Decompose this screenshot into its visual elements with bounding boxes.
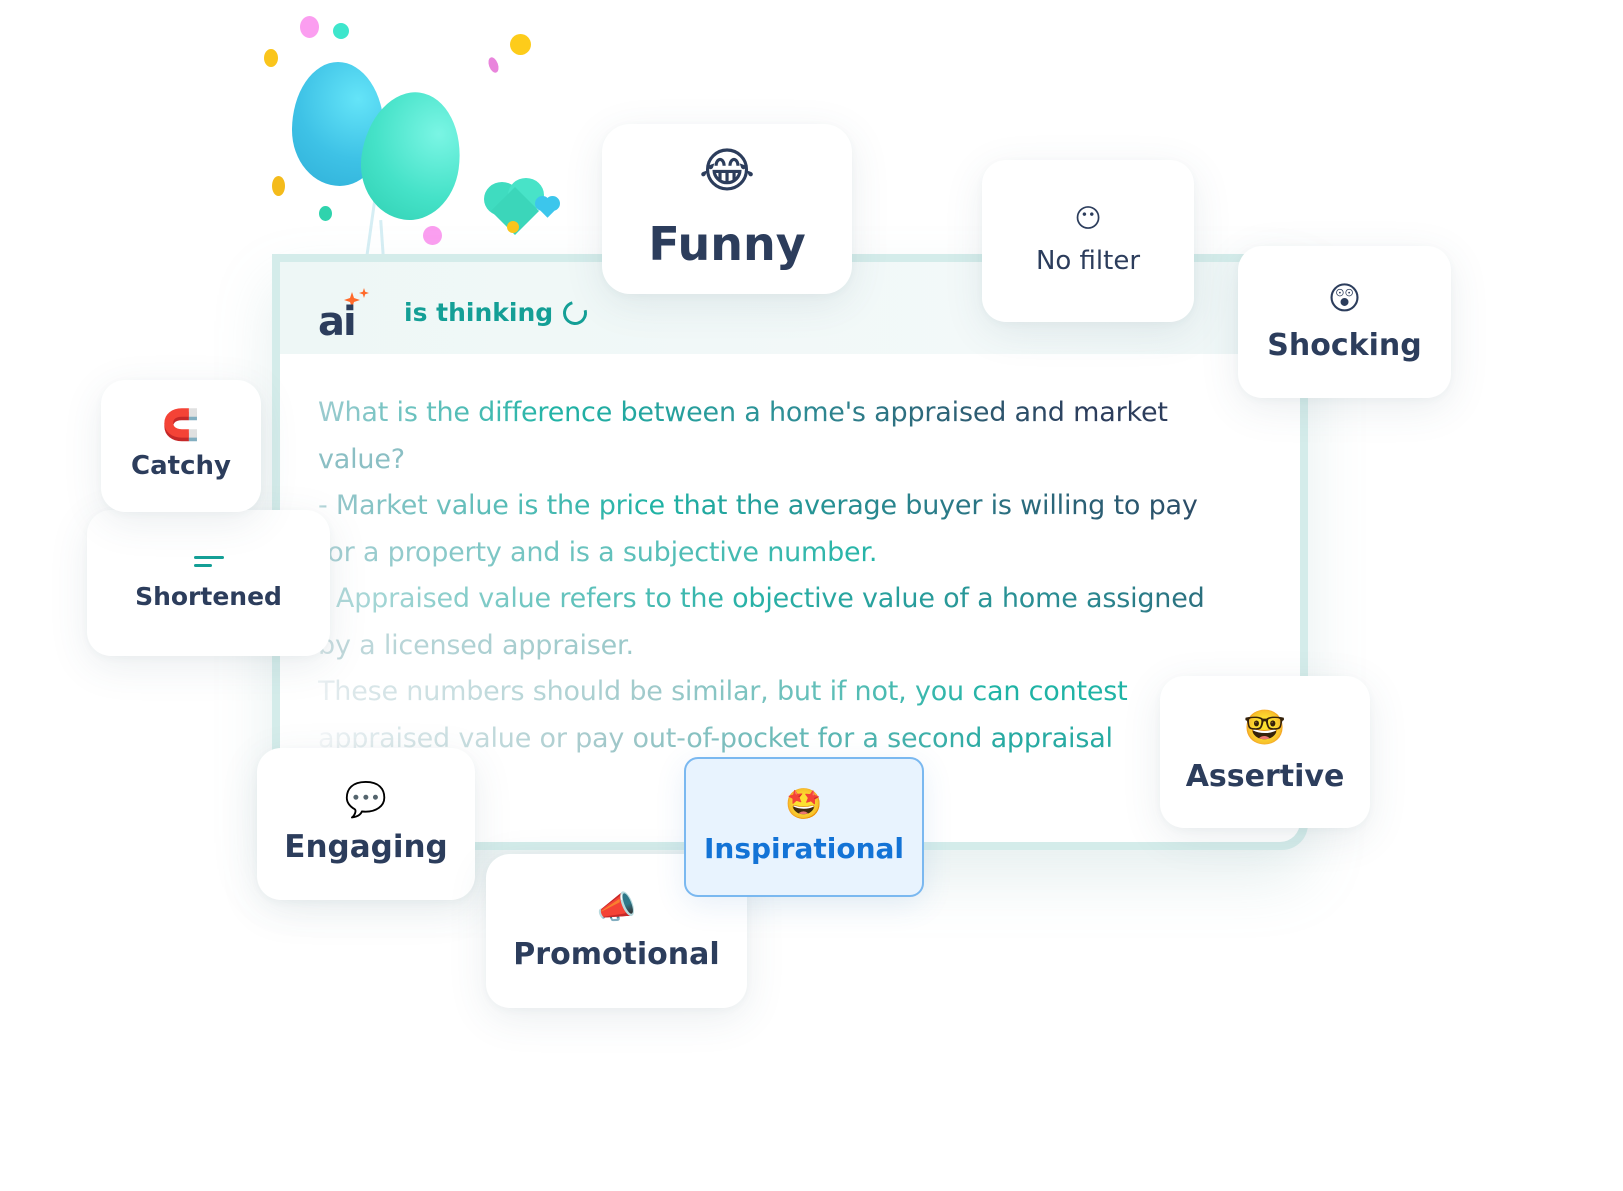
- response-line: for a property and is a subjective numbe…: [318, 530, 1278, 577]
- tone-label: Promotional: [513, 936, 720, 972]
- tone-card-shocking[interactable]: 😲 Shocking: [1238, 246, 1451, 398]
- response-line: value?: [318, 443, 405, 475]
- tone-label: Shortened: [135, 581, 282, 611]
- speech-bubble-icon: 💬: [344, 780, 388, 820]
- star-struck-icon: 🤩: [785, 786, 823, 822]
- tone-label: Inspirational: [703, 831, 904, 865]
- response-line: by a licensed appraiser.: [318, 623, 1278, 670]
- tone-label: Engaging: [284, 829, 448, 865]
- thinking-label: is thinking: [404, 298, 554, 327]
- face-without-mouth-icon: 😶: [1074, 204, 1102, 234]
- small-heart-icon: [535, 196, 561, 220]
- tone-label: Shocking: [1267, 327, 1422, 363]
- confetti-dot: [264, 49, 278, 67]
- response-line: - Appraised value refers to the objectiv…: [318, 576, 1278, 623]
- nerd-face-icon: 🤓: [1243, 707, 1287, 748]
- tone-card-shortened[interactable]: Shortened: [87, 510, 330, 656]
- face-with-tears-of-joy-icon: 😂: [698, 143, 756, 199]
- confetti-dot: [300, 16, 319, 38]
- tone-card-assertive[interactable]: 🤓 Assertive: [1160, 676, 1370, 828]
- confetti-dot: [423, 226, 442, 245]
- confetti-dot: [272, 176, 285, 196]
- tone-label: Assertive: [1185, 758, 1345, 794]
- confetti-dot: [510, 34, 531, 55]
- ai-logo-text: ai: [318, 299, 357, 345]
- tone-card-catchy[interactable]: 🧲 Catchy: [101, 380, 261, 512]
- confetti-dot: [486, 55, 501, 75]
- response-line: What is the difference between a home's …: [318, 390, 1278, 437]
- confetti-dot: [507, 221, 519, 233]
- tone-label: Funny: [648, 217, 806, 271]
- magnet-icon: 🧲: [162, 408, 200, 443]
- response-line: - Market value is the price that the ave…: [318, 483, 1278, 530]
- tone-label: No filter: [1035, 246, 1141, 276]
- response-line: These numbers should be similar, but if …: [318, 669, 1168, 716]
- tone-label: Catchy: [131, 451, 231, 481]
- astonished-face-icon: 😲: [1327, 278, 1362, 317]
- confetti-dot: [319, 206, 332, 221]
- spinner-icon: [558, 296, 592, 329]
- response-text: What is the difference between a home's …: [318, 390, 1278, 762]
- tone-card-no-filter[interactable]: 😶 No filter: [982, 160, 1194, 322]
- thinking-status: is thinking: [404, 296, 592, 329]
- tone-card-funny[interactable]: 😂 Funny: [602, 124, 852, 294]
- tone-card-inspirational[interactable]: 🤩 Inspirational: [684, 757, 924, 897]
- megaphone-icon: 📣: [596, 887, 637, 926]
- tone-card-engaging[interactable]: 💬 Engaging: [257, 748, 475, 900]
- confetti-dot: [333, 23, 349, 39]
- short-lines-icon: [193, 555, 224, 568]
- ai-logo: ai: [318, 288, 370, 345]
